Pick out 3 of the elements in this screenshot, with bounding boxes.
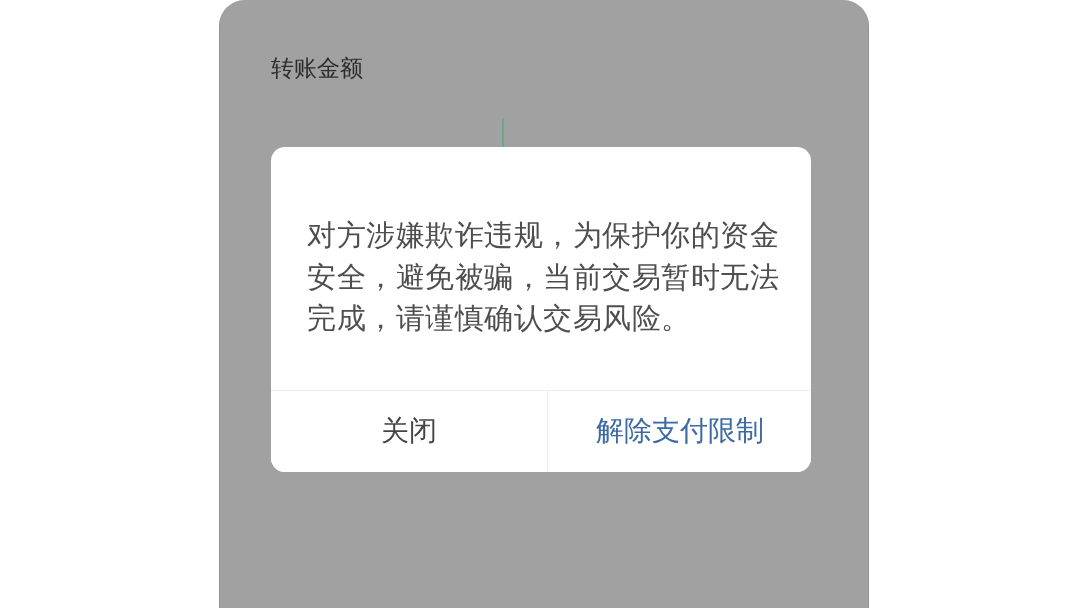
- dialog-message: 对方涉嫌欺诈违规，为保护你的资金安全，避免被骗，当前交易暂时无法完成，请谨慎确认交易风险。: [306, 217, 780, 337]
- action-button[interactable]: 解除支付限制: [547, 390, 811, 472]
- field-label: 转账金额: [271, 54, 363, 83]
